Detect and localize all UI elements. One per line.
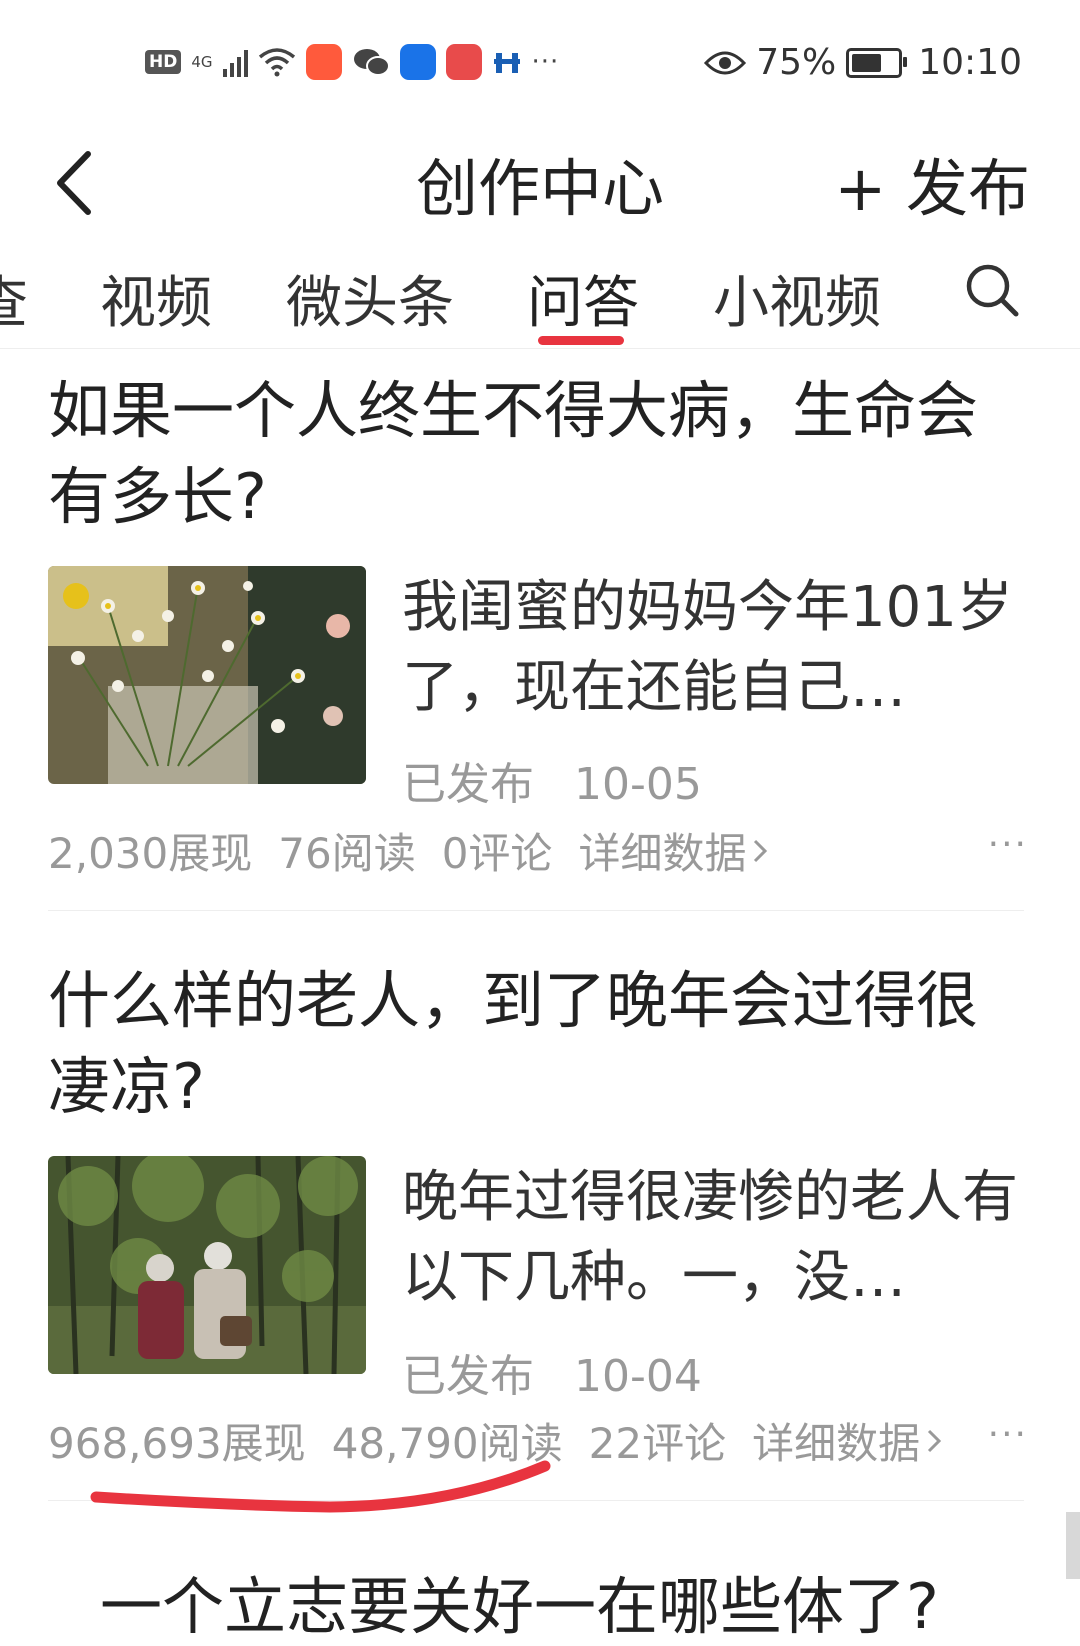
reads-count: 48,790阅读 bbox=[331, 1419, 563, 1468]
kuaishou-app-icon bbox=[305, 44, 342, 80]
detail-data-label: 详细数据 bbox=[752, 1419, 921, 1468]
comments-count[interactable]: 22评论 bbox=[589, 1410, 726, 1471]
clock: 10:10 bbox=[918, 42, 1022, 83]
reader-app-icon bbox=[445, 44, 482, 80]
post-card[interactable]: 什么样的老人，到了晚年会过得很凄凉? 晚年过得很凄惨的老人有以下几种。一，没… … bbox=[0, 938, 1080, 1508]
question-title[interactable]: 什么样的老人，到了晚年会过得很凄凉? bbox=[48, 958, 1038, 1130]
network-type: 4G bbox=[191, 53, 213, 71]
publish-status-line: 已发布 10-05 bbox=[402, 748, 728, 812]
detail-data-link[interactable]: 详细数据 bbox=[752, 1410, 942, 1471]
bulb-app-icon bbox=[399, 44, 436, 80]
post-card[interactable]: 如果一个人终生不得大病，生命会有多长? 我闺蜜的妈妈今年101岁了，现在还能自己… bbox=[0, 348, 1080, 912]
comments-count[interactable]: 0评论 bbox=[442, 820, 553, 881]
publish-status: 已发布 bbox=[402, 1351, 534, 1402]
eye-icon bbox=[704, 51, 747, 74]
status-bar-left: HD 4G ··· bbox=[145, 44, 559, 80]
bridge-app-icon bbox=[493, 53, 520, 73]
divider bbox=[48, 910, 1024, 911]
publish-date: 10-05 bbox=[574, 759, 702, 810]
impressions-count: 2,030展现 bbox=[48, 829, 253, 878]
tab-partial[interactable]: 查 bbox=[0, 258, 28, 339]
wifi-icon bbox=[258, 48, 295, 77]
more-options-button[interactable]: ··· bbox=[988, 1414, 1028, 1455]
answer-excerpt[interactable]: 晚年过得很凄惨的老人有以下几种。一，没… bbox=[402, 1158, 1022, 1318]
detail-data-link[interactable]: 详细数据 bbox=[578, 820, 768, 881]
tab-short-video[interactable]: 小视频 bbox=[713, 258, 881, 339]
tab-bar: 查 视频 微头条 问答 小视频 bbox=[0, 232, 1080, 349]
nav-bar: 创作中心 + 发布 bbox=[0, 130, 1080, 232]
answer-excerpt[interactable]: 我闺蜜的妈妈今年101岁了，现在还能自己… bbox=[402, 568, 1022, 728]
active-tab-indicator bbox=[538, 336, 624, 345]
hd-icon: HD bbox=[145, 50, 182, 74]
battery-percent: 75% bbox=[756, 42, 837, 83]
post-thumbnail-flowers[interactable] bbox=[48, 566, 366, 784]
next-question-title-partial[interactable]: 一个立志要关好一在哪些体了? bbox=[100, 1556, 939, 1646]
publish-button[interactable]: + 发布 bbox=[834, 138, 1030, 228]
battery-icon bbox=[846, 47, 908, 78]
chevron-right-icon bbox=[928, 1429, 942, 1452]
divider bbox=[48, 1500, 1024, 1501]
more-notifications: ··· bbox=[531, 47, 560, 77]
signal-icon bbox=[222, 47, 248, 77]
more-options-button[interactable]: ··· bbox=[988, 824, 1028, 865]
search-icon[interactable] bbox=[964, 262, 1020, 318]
publish-status-line: 已发布 10-04 bbox=[402, 1340, 728, 1404]
post-thumbnail-elderly-couple[interactable] bbox=[48, 1156, 366, 1374]
status-bar-right: 75% 10:10 bbox=[704, 42, 1022, 83]
detail-data-label: 详细数据 bbox=[578, 829, 747, 878]
post-stats: 968,693展现 48,790阅读 22评论 详细数据 bbox=[48, 1410, 942, 1471]
scrollbar-thumb[interactable] bbox=[1066, 1512, 1080, 1579]
chevron-right-icon bbox=[754, 839, 768, 862]
post-stats: 2,030展现 76阅读 0评论 详细数据 bbox=[48, 820, 768, 881]
tab-qa[interactable]: 问答 bbox=[527, 258, 639, 339]
status-bar: HD 4G ··· 75% 10:10 bbox=[0, 0, 1080, 130]
reads-count: 76阅读 bbox=[278, 829, 416, 878]
publish-status: 已发布 bbox=[402, 759, 534, 810]
tab-video[interactable]: 视频 bbox=[100, 258, 212, 339]
tab-micro-headline[interactable]: 微头条 bbox=[286, 258, 454, 339]
impressions-count: 968,693展现 bbox=[48, 1419, 306, 1468]
question-title[interactable]: 如果一个人终生不得大病，生命会有多长? bbox=[48, 368, 1038, 540]
wechat-icon bbox=[353, 49, 390, 76]
publish-date: 10-04 bbox=[574, 1351, 702, 1402]
